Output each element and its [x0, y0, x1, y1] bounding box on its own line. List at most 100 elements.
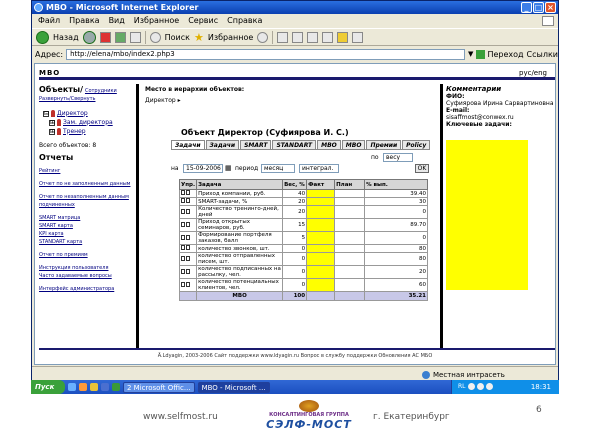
breadcrumb[interactable]: Директор ▸: [145, 97, 437, 104]
quicklaunch-media-icon[interactable]: [79, 383, 87, 391]
search-icon[interactable]: [149, 31, 161, 43]
edit-icon[interactable]: [181, 208, 185, 214]
address-input[interactable]: http://elena/mbo/index2.php3: [66, 48, 466, 60]
task-fact-input[interactable]: [306, 197, 336, 206]
expand-collapse-link[interactable]: Развернуть/Свернуть: [39, 95, 131, 103]
menu-item[interactable]: Файл: [38, 15, 60, 27]
edit-icon[interactable]: [181, 268, 185, 274]
address-dropdown-icon[interactable]: ▼: [468, 50, 473, 58]
start-button[interactable]: Пуск: [31, 380, 65, 394]
period-mode-select[interactable]: интеграл.: [299, 164, 339, 173]
menu-item[interactable]: Справка: [227, 15, 262, 27]
edit-icon[interactable]: [181, 245, 185, 250]
quicklaunch-word-icon[interactable]: [101, 383, 109, 391]
home-icon[interactable]: [129, 31, 141, 43]
history-icon[interactable]: [277, 31, 289, 43]
task-name[interactable]: количество звонков, шт.: [196, 244, 284, 253]
details-icon[interactable]: [186, 245, 190, 250]
edit-icon[interactable]: [181, 255, 185, 261]
tree-toggle-icon[interactable]: ⊞: [49, 119, 55, 126]
print-icon[interactable]: [307, 31, 319, 43]
edit-icon[interactable]: [322, 31, 334, 43]
mail-icon[interactable]: [292, 31, 304, 43]
details-icon[interactable]: [186, 281, 190, 287]
menu-item[interactable]: Сервис: [188, 15, 218, 27]
task-fact-input[interactable]: [306, 278, 336, 292]
tree-node-label[interactable]: Тренер: [63, 128, 86, 136]
tray-network-icon[interactable]: [476, 383, 484, 390]
task-name[interactable]: SMART-задачи, %: [196, 197, 284, 206]
back-arrow-icon[interactable]: [36, 30, 49, 44]
edit-icon[interactable]: [181, 198, 185, 203]
task-fact-input[interactable]: [306, 244, 336, 253]
key-tasks-box[interactable]: [446, 140, 528, 290]
tray-volume-icon[interactable]: [467, 383, 475, 390]
tree-node[interactable]: ⊟ Директор: [43, 109, 131, 118]
task-fact-input[interactable]: [306, 218, 336, 232]
task-name[interactable]: количество отправленных писем, шт.: [196, 252, 284, 266]
report-link[interactable]: STANDART карта: [39, 238, 131, 246]
report-link[interactable]: SMART матрица: [39, 214, 131, 222]
report-link[interactable]: Интерфейс администратора: [39, 285, 131, 293]
favorites-button[interactable]: Избранное: [208, 33, 253, 42]
maximize-button[interactable]: □: [533, 2, 544, 13]
task-name[interactable]: Количество тренинго-дней, дней: [196, 205, 284, 219]
details-icon[interactable]: [186, 268, 190, 274]
menu-item[interactable]: Правка: [69, 15, 99, 27]
edit-icon[interactable]: [181, 234, 185, 240]
task-name[interactable]: Приход компании, руб.: [196, 189, 284, 198]
task-office[interactable]: 2 Microsoft Offic...: [123, 381, 195, 393]
tree-node[interactable]: ⊞ Зам. директора: [49, 118, 131, 127]
edit-icon[interactable]: [181, 221, 185, 227]
report-link[interactable]: KPI карта: [39, 230, 131, 238]
stop-icon[interactable]: [99, 31, 111, 43]
details-icon[interactable]: [186, 255, 190, 261]
tray-antivirus-icon[interactable]: [485, 383, 493, 390]
task-fact-input[interactable]: [306, 265, 336, 279]
quicklaunch-excel-icon[interactable]: [112, 383, 120, 391]
details-icon[interactable]: [186, 198, 190, 203]
report-link[interactable]: Отчет по премиям: [39, 251, 131, 259]
back-button[interactable]: Назад: [53, 33, 79, 42]
tree-node[interactable]: ⊞ Тренер: [49, 127, 131, 136]
refresh-icon[interactable]: [114, 31, 126, 43]
report-link[interactable]: Инструкция пользователя: [39, 264, 131, 272]
ok-button[interactable]: OK: [415, 164, 429, 173]
task-fact-input[interactable]: [306, 205, 336, 219]
task-name[interactable]: Приход открытых семинаров, руб.: [196, 218, 284, 232]
tree-toggle-icon[interactable]: ⊞: [49, 128, 55, 135]
calendar-icon[interactable]: ▦: [225, 164, 232, 173]
menu-item[interactable]: Избранное: [134, 15, 179, 27]
close-button[interactable]: ×: [545, 2, 556, 13]
links-button[interactable]: Ссылки: [527, 50, 558, 59]
minimize-button[interactable]: _: [521, 2, 532, 13]
period-select[interactable]: месяц: [261, 164, 295, 173]
tree-toggle-icon[interactable]: ⊟: [43, 110, 49, 117]
lang-indicator[interactable]: RL: [458, 383, 466, 390]
details-icon[interactable]: [186, 234, 190, 240]
edit-icon[interactable]: [181, 190, 185, 195]
task-name[interactable]: количество потенциальных клиентов, чел.: [196, 278, 284, 292]
edit-icon[interactable]: [181, 281, 185, 287]
folder-icon[interactable]: [337, 31, 349, 43]
details-icon[interactable]: [186, 221, 190, 227]
report-link[interactable]: SMART карта: [39, 222, 131, 230]
task-fact-input[interactable]: [306, 252, 336, 266]
go-button[interactable]: Переход: [476, 49, 524, 59]
report-link[interactable]: Часто задаваемые вопросы: [39, 272, 131, 280]
menu-item[interactable]: Вид: [109, 15, 125, 27]
task-name[interactable]: Формирование портфеля заказов, балл: [196, 231, 284, 245]
media-icon[interactable]: [257, 31, 269, 43]
quicklaunch-ie-icon[interactable]: [68, 383, 76, 391]
task-fact-input[interactable]: [306, 231, 336, 245]
report-link[interactable]: Отчет по незаполненным данным подчиненны…: [39, 193, 131, 209]
report-link[interactable]: Отчет по не заполненным данным: [39, 180, 131, 188]
messenger-icon[interactable]: [352, 31, 364, 43]
quicklaunch-outlook-icon[interactable]: [90, 383, 98, 391]
task-fact-input[interactable]: [306, 189, 336, 198]
employees-link[interactable]: Сотрудники: [85, 88, 117, 94]
sort-select[interactable]: весу: [383, 153, 413, 162]
tree-node-label[interactable]: Зам. директора: [63, 119, 113, 127]
details-icon[interactable]: [186, 208, 190, 214]
tree-node-label[interactable]: Директор: [57, 110, 88, 118]
